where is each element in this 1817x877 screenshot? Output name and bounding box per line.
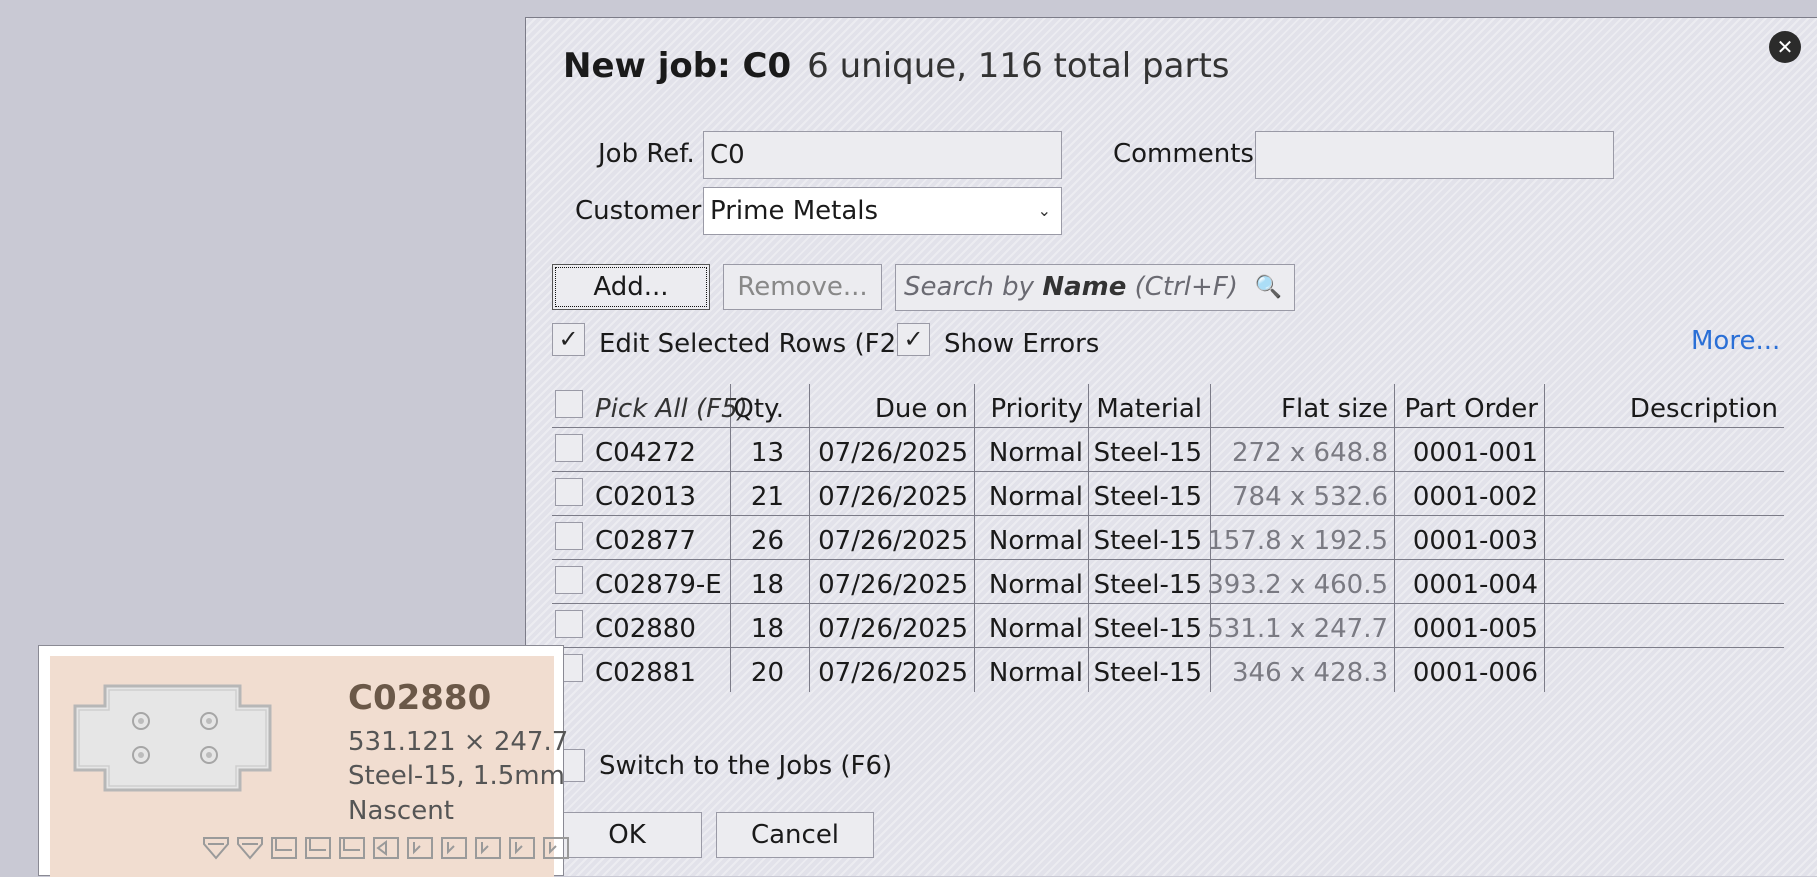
row-due-on: 07/26/2025 — [818, 438, 968, 468]
row-checkbox[interactable] — [555, 566, 583, 594]
preview-status: Nascent — [348, 796, 454, 826]
row-due-on: 07/26/2025 — [818, 570, 968, 600]
preview-material: Steel-15, 1.5mm — [348, 761, 565, 791]
row-part-name: C02013 — [595, 482, 696, 512]
row-qty: 18 — [750, 570, 784, 600]
switch-to-jobs-label: Switch to the Jobs (F6) — [599, 751, 893, 781]
preview-part-name: C02880 — [348, 678, 492, 718]
job-ref-label: Job Ref. — [598, 139, 695, 169]
table-row[interactable]: C02013 21 07/26/2025 Normal Steel-15 784… — [552, 472, 1784, 516]
table-row[interactable]: C02881 20 07/26/2025 Normal Steel-15 346… — [552, 648, 1784, 692]
search-placeholder-prefix: Search by — [904, 272, 1043, 302]
row-priority: Normal — [988, 482, 1083, 512]
comments-field[interactable] — [1255, 131, 1614, 179]
row-priority: Normal — [988, 570, 1083, 600]
close-icon[interactable]: ✕ — [1769, 31, 1801, 63]
row-part-order: 0001-006 — [1412, 658, 1538, 688]
header-due-on[interactable]: Due on — [875, 384, 968, 428]
row-qty: 20 — [750, 658, 784, 688]
header-description[interactable]: Description — [1630, 384, 1778, 428]
search-icon[interactable]: 🔍 — [1255, 265, 1282, 310]
row-due-on: 07/26/2025 — [818, 614, 968, 644]
row-flat-size: 784 x 532.6 — [1232, 482, 1388, 512]
show-errors-checkbox[interactable]: ✓ — [897, 323, 930, 356]
row-flat-size: 272 x 648.8 — [1232, 438, 1388, 468]
bend-operation-icons — [203, 837, 569, 860]
search-placeholder-name: Name — [1042, 272, 1127, 302]
row-checkbox[interactable] — [555, 434, 583, 462]
pick-all-checkbox[interactable] — [555, 390, 583, 418]
search-placeholder-suffix: (Ctrl+F) — [1126, 272, 1238, 302]
edit-selected-label: Edit Selected Rows (F2) — [599, 329, 907, 359]
comments-label: Comments — [1113, 139, 1254, 169]
row-flat-size: 346 x 428.3 — [1232, 658, 1388, 688]
part-preview-tooltip: C02880 531.121 × 247.7 Steel-15, 1.5mm N… — [38, 645, 569, 877]
header-pick-all[interactable]: Pick All (F5) — [595, 384, 748, 428]
row-flat-size: 157.8 x 192.5 — [1207, 526, 1388, 556]
row-priority: Normal — [988, 438, 1083, 468]
row-material: Steel-15 — [1093, 614, 1202, 644]
row-due-on: 07/26/2025 — [818, 658, 968, 688]
search-input[interactable]: Search by Name (Ctrl+F) 🔍 — [895, 264, 1295, 311]
table-header: Pick All (F5) Qty. Due on Priority Mater… — [552, 384, 1784, 428]
dialog-title: New job: C0 6 unique, 116 total parts — [563, 46, 1230, 86]
row-checkbox[interactable] — [555, 478, 583, 506]
add-button[interactable]: Add... — [552, 264, 710, 310]
row-flat-size: 393.2 x 460.5 — [1207, 570, 1388, 600]
header-priority[interactable]: Priority — [990, 384, 1083, 428]
row-part-name: C02877 — [595, 526, 696, 556]
parts-table: Pick All (F5) Qty. Due on Priority Mater… — [552, 384, 1784, 692]
row-material: Steel-15 — [1093, 570, 1202, 600]
customer-select[interactable]: Prime Metals ⌄ — [703, 187, 1062, 235]
row-part-name: C04272 — [595, 438, 696, 468]
row-due-on: 07/26/2025 — [818, 482, 968, 512]
table-row[interactable]: C02877 26 07/26/2025 Normal Steel-15 157… — [552, 516, 1784, 560]
row-material: Steel-15 — [1093, 482, 1202, 512]
row-priority: Normal — [988, 658, 1083, 688]
row-priority: Normal — [988, 526, 1083, 556]
part-preview-card: C02880 531.121 × 247.7 Steel-15, 1.5mm N… — [50, 656, 569, 877]
table-row[interactable]: C02880 18 07/26/2025 Normal Steel-15 531… — [552, 604, 1784, 648]
preview-dimensions: 531.121 × 247.7 — [348, 727, 569, 757]
row-part-order: 0001-002 — [1412, 482, 1538, 512]
row-part-name: C02881 — [595, 658, 696, 688]
row-qty: 21 — [750, 482, 784, 512]
row-due-on: 07/26/2025 — [818, 526, 968, 556]
row-qty: 18 — [750, 614, 784, 644]
customer-label: Customer — [575, 196, 702, 226]
chevron-down-icon: ⌄ — [1037, 201, 1051, 220]
row-qty: 13 — [750, 438, 784, 468]
job-ref-field[interactable]: C0 — [703, 131, 1062, 179]
row-part-order: 0001-001 — [1412, 438, 1538, 468]
edit-selected-checkbox[interactable]: ✓ — [552, 323, 585, 356]
remove-button[interactable]: Remove... — [723, 264, 882, 310]
row-checkbox[interactable] — [555, 610, 583, 638]
show-errors-label: Show Errors — [944, 329, 1100, 359]
table-row[interactable]: C04272 13 07/26/2025 Normal Steel-15 272… — [552, 428, 1784, 472]
title-part-summary: 6 unique, 116 total parts — [807, 46, 1230, 86]
header-flat-size[interactable]: Flat size — [1281, 384, 1388, 428]
header-qty[interactable]: Qty. — [733, 384, 784, 428]
row-priority: Normal — [988, 614, 1083, 644]
table-row[interactable]: C02879-E 18 07/26/2025 Normal Steel-15 3… — [552, 560, 1784, 604]
customer-select-value: Prime Metals — [710, 196, 879, 226]
row-part-order: 0001-003 — [1412, 526, 1538, 556]
header-material[interactable]: Material — [1096, 384, 1202, 428]
row-material: Steel-15 — [1093, 658, 1202, 688]
row-part-name: C02880 — [595, 614, 696, 644]
row-part-order: 0001-004 — [1412, 570, 1538, 600]
cancel-button[interactable]: Cancel — [716, 812, 874, 858]
title-job-name: New job: C0 — [563, 46, 792, 86]
row-material: Steel-15 — [1093, 526, 1202, 556]
row-part-order: 0001-005 — [1412, 614, 1538, 644]
more-link[interactable]: More... — [1691, 326, 1780, 356]
part-thumbnail — [73, 684, 272, 792]
row-material: Steel-15 — [1093, 438, 1202, 468]
row-checkbox[interactable] — [555, 522, 583, 550]
row-flat-size: 531.1 x 247.7 — [1207, 614, 1388, 644]
row-part-name: C02879-E — [595, 570, 722, 600]
header-part-order[interactable]: Part Order — [1405, 384, 1538, 428]
row-qty: 26 — [750, 526, 784, 556]
